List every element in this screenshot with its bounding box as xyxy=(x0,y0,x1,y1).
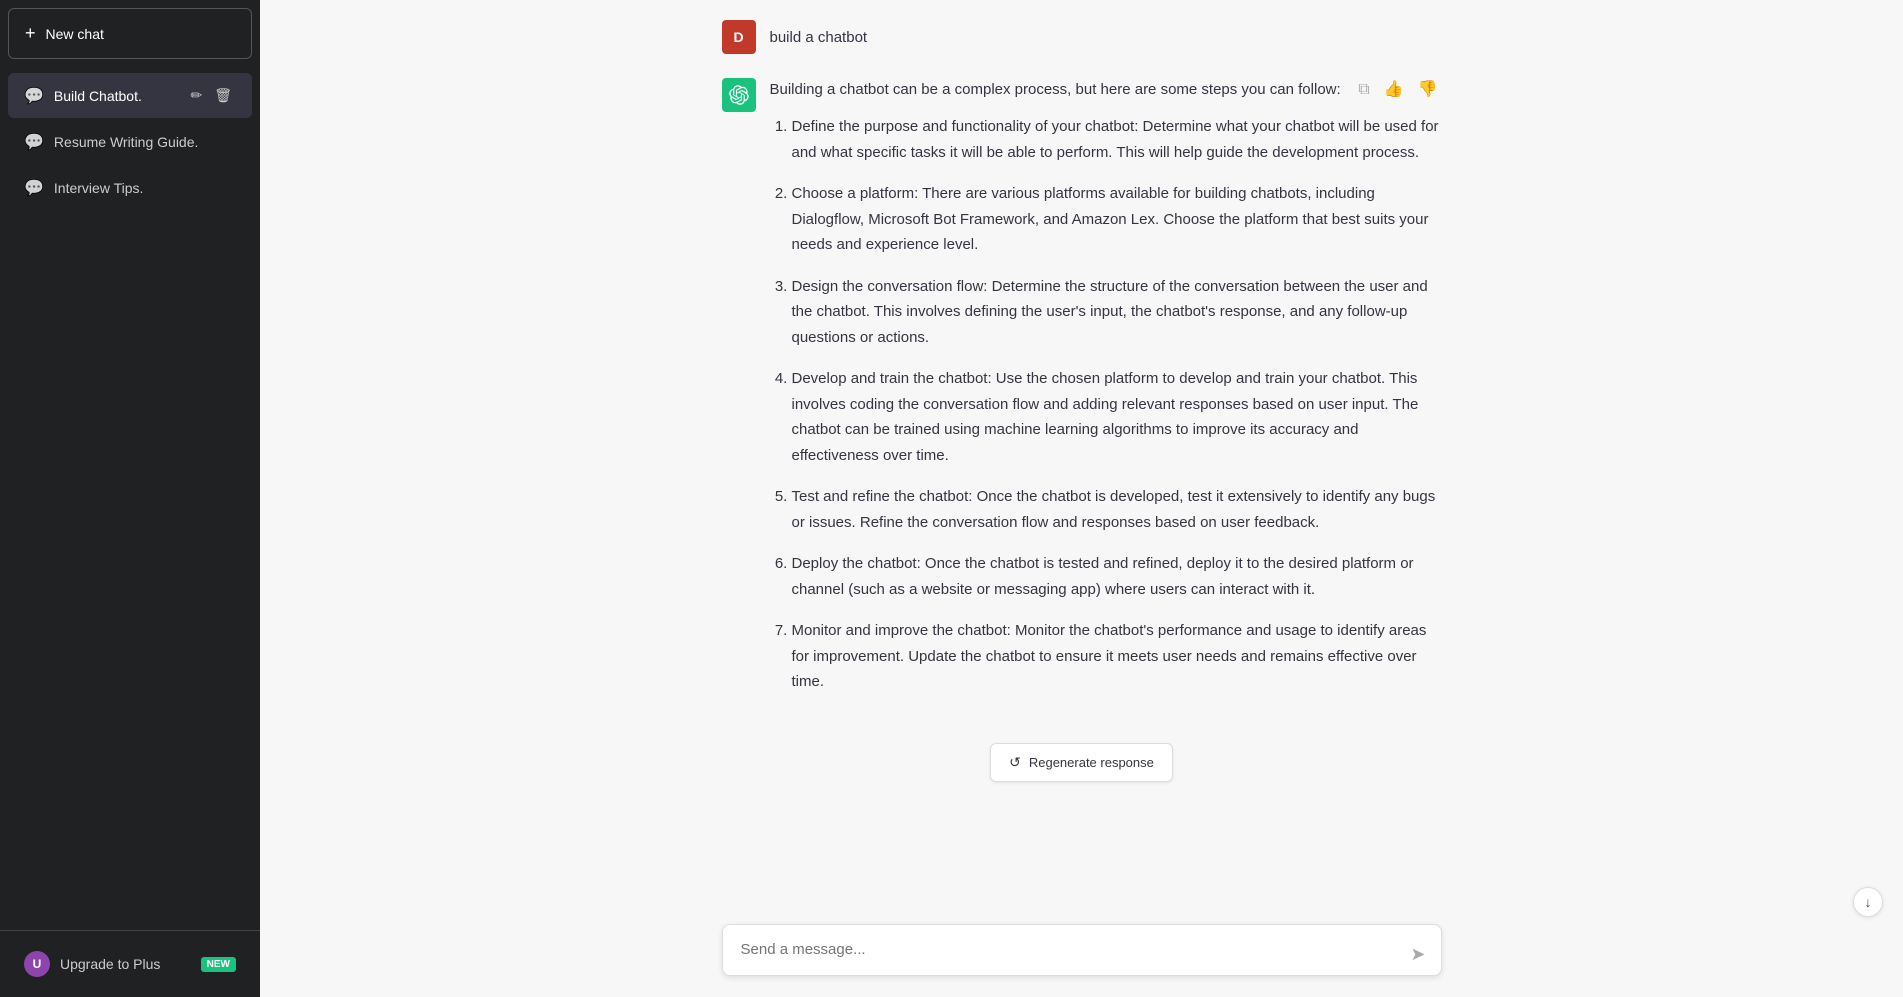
item-actions: ✏ 🗑 xyxy=(186,85,236,106)
steps-list: Define the purpose and functionality of … xyxy=(770,114,1442,695)
upgrade-label: Upgrade to Plus xyxy=(60,956,160,972)
input-wrapper: ➤ xyxy=(722,924,1442,982)
chat-icon: 💬 xyxy=(24,86,44,106)
sidebar-footer: U Upgrade to Plus NEW xyxy=(0,930,260,997)
step-item: Deploy the chatbot: Once the chatbot is … xyxy=(792,551,1442,602)
sidebar-item-label: Build Chatbot. xyxy=(54,88,177,104)
ai-message: Building a chatbot can be a complex proc… xyxy=(722,78,1442,711)
step-item: Choose a platform: There are various pla… xyxy=(792,181,1442,258)
new-badge: NEW xyxy=(201,957,236,972)
send-button[interactable]: ➤ xyxy=(1406,940,1429,969)
sidebar-item-label: Resume Writing Guide. xyxy=(54,134,236,150)
upgrade-button[interactable]: U Upgrade to Plus NEW xyxy=(8,939,252,989)
copy-message-button[interactable]: ⧉ xyxy=(1354,78,1373,102)
user-avatar: U xyxy=(24,951,50,977)
step-item: Test and refine the chatbot: Once the ch… xyxy=(792,484,1442,535)
message-actions: ⧉ 👍 👎 xyxy=(1354,78,1441,102)
scroll-down-button[interactable]: ↓ xyxy=(1853,887,1883,917)
regenerate-button[interactable]: ↺ Regenerate response xyxy=(990,743,1173,782)
step-item: Develop and train the chatbot: Use the c… xyxy=(792,366,1442,468)
chat-icon: 💬 xyxy=(24,178,44,198)
regen-icon: ↺ xyxy=(1009,754,1021,771)
thumbs-down-button[interactable]: 👎 xyxy=(1414,78,1442,102)
sidebar-item-interview-tips[interactable]: 💬 Interview Tips. ✏ 🗑 xyxy=(8,166,252,210)
edit-chat-button[interactable]: ✏ xyxy=(186,85,206,106)
ai-avatar-icon xyxy=(722,78,756,112)
user-message-row: D build a chatbot xyxy=(702,20,1462,54)
delete-chat-button[interactable]: 🗑 xyxy=(210,85,236,106)
sidebar: + build a chatbot New chat 💬 Build Chatb… xyxy=(0,0,260,997)
input-area: ➤ xyxy=(260,912,1903,997)
plus-icon: + xyxy=(25,23,36,44)
chat-container: D build a chatbot Building a chatbot can… xyxy=(260,0,1903,912)
step-item: Monitor and improve the chatbot: Monitor… xyxy=(792,618,1442,695)
sidebar-item-label: Interview Tips. xyxy=(54,180,236,196)
ai-response-content: Building a chatbot can be a complex proc… xyxy=(770,78,1442,711)
step-item: Define the purpose and functionality of … xyxy=(792,114,1442,165)
new-chat-button[interactable]: + build a chatbot New chat xyxy=(8,8,252,59)
main-content: D build a chatbot Building a chatbot can… xyxy=(260,0,1903,997)
ai-message-row: Building a chatbot can be a complex proc… xyxy=(702,78,1462,711)
sidebar-item-build-chatbot[interactable]: 💬 Build Chatbot. ✏ 🗑 xyxy=(8,73,252,118)
openai-logo-icon xyxy=(729,85,749,105)
step-item: Design the conversation flow: Determine … xyxy=(792,274,1442,351)
regenerate-area: ↺ Regenerate response xyxy=(260,735,1903,794)
ai-intro: Building a chatbot can be a complex proc… xyxy=(770,78,1442,102)
user-message-text: build a chatbot xyxy=(770,20,868,50)
thumbs-up-button[interactable]: 👍 xyxy=(1380,78,1408,102)
ai-response-text: Building a chatbot can be a complex proc… xyxy=(770,78,1442,695)
sidebar-item-resume-writing[interactable]: 💬 Resume Writing Guide. ✏ 🗑 xyxy=(8,120,252,164)
regenerate-label: Regenerate response xyxy=(1029,755,1154,770)
chat-icon: 💬 xyxy=(24,132,44,152)
new-chat-label: New chat xyxy=(46,26,104,42)
sidebar-nav: 💬 Build Chatbot. ✏ 🗑 💬 Resume Writing Gu… xyxy=(0,67,260,930)
user-message: D build a chatbot xyxy=(722,20,1442,54)
user-avatar-icon: D xyxy=(722,20,756,54)
message-input[interactable] xyxy=(722,924,1442,977)
